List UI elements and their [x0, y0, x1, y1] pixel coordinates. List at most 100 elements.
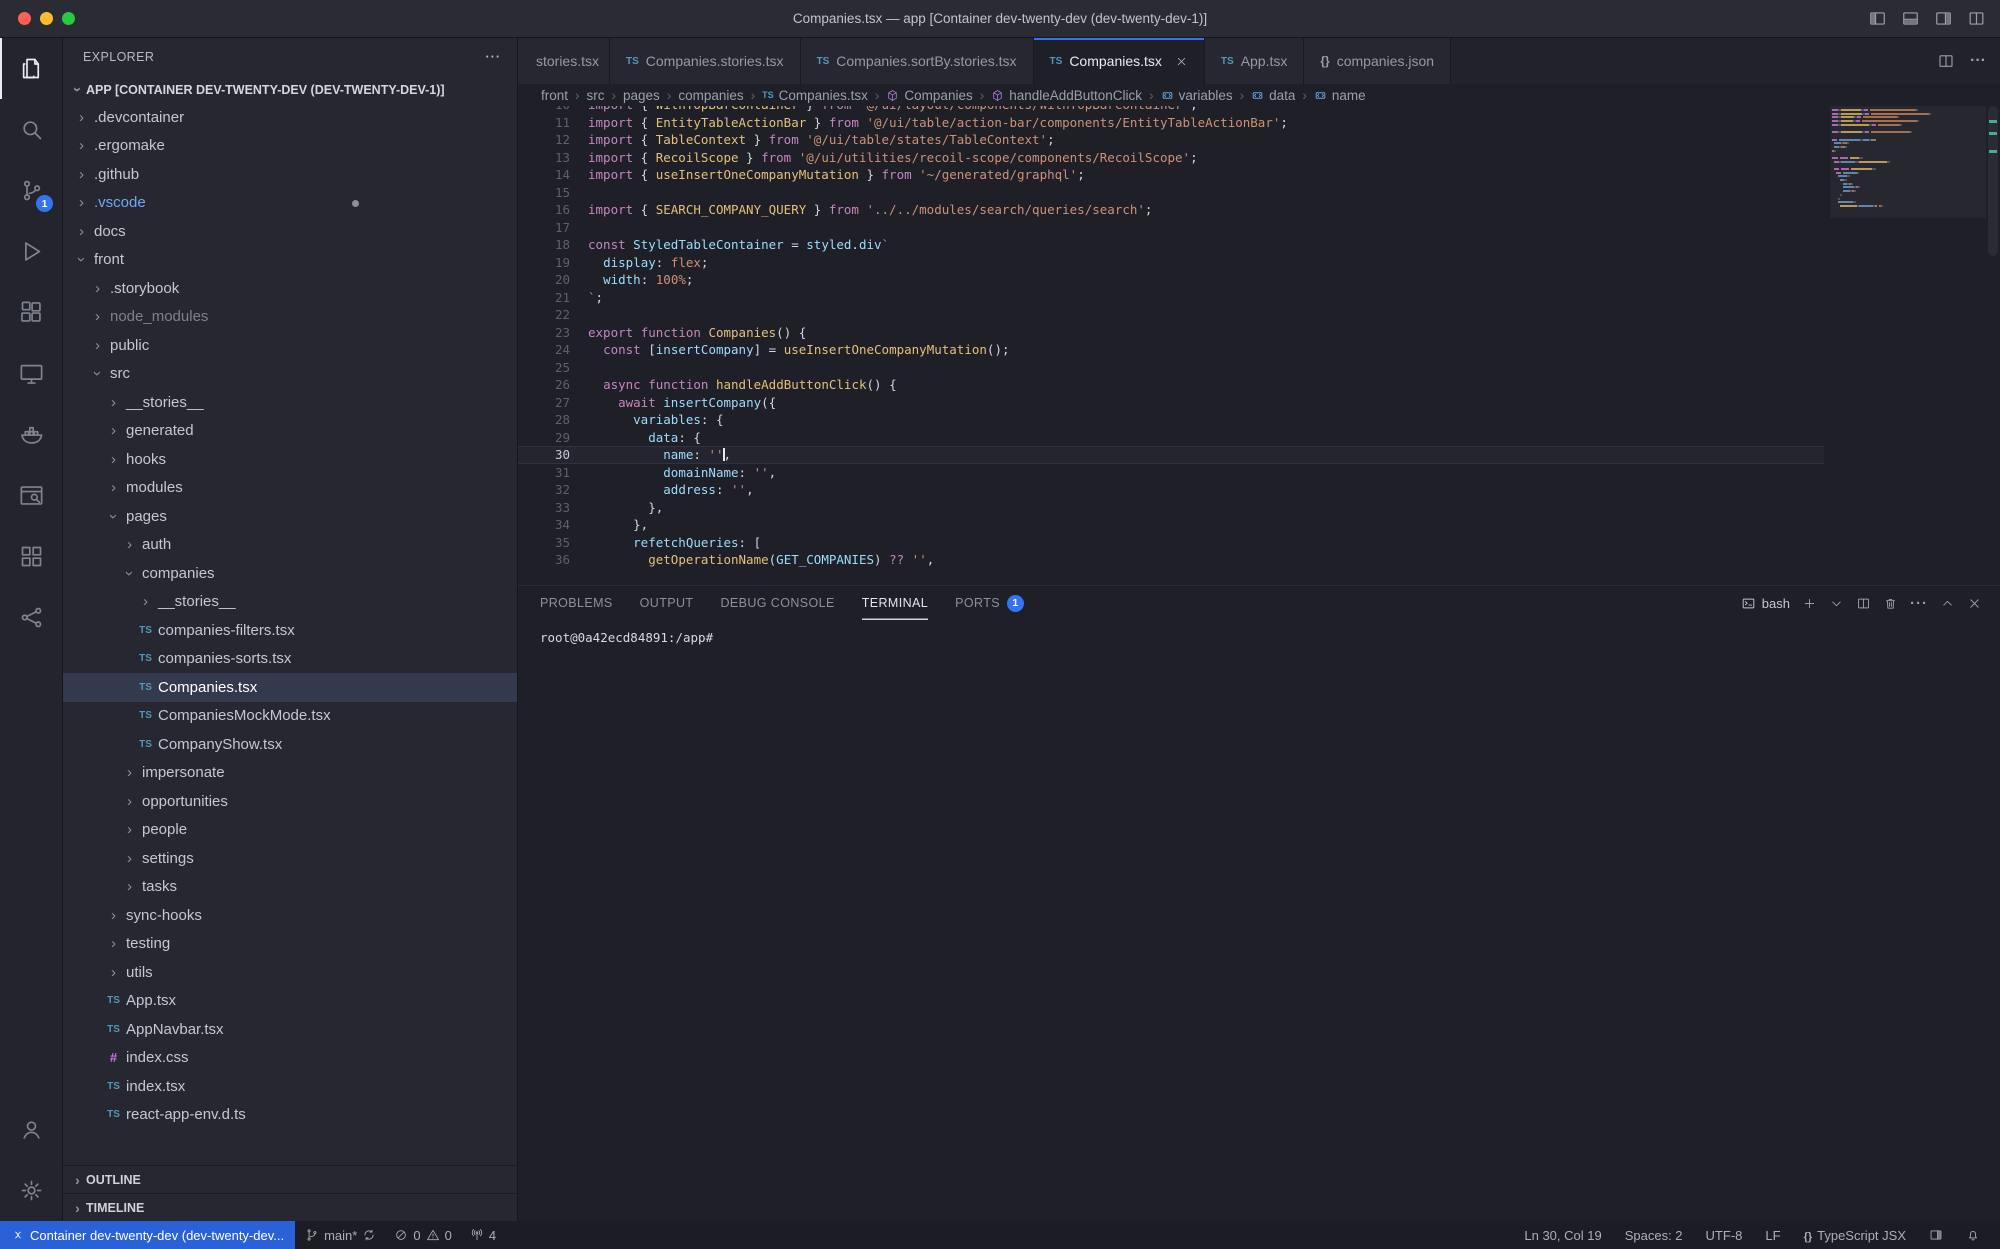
code-line-18[interactable]: 18const StyledTableContainer = styled.di…	[518, 236, 1824, 254]
source-control-activity-button[interactable]: 1	[0, 160, 62, 221]
split-terminal-icon[interactable]	[1856, 596, 1871, 611]
file-CompanyShow.tsx[interactable]: TSCompanyShow.tsx	[63, 730, 517, 759]
outline-section[interactable]: › OUTLINE	[63, 1165, 517, 1193]
customize-layout-icon[interactable]	[1967, 9, 1986, 28]
breadcrumb-item-data[interactable]: data	[1251, 88, 1295, 103]
more-actions-icon[interactable]: ···	[1970, 52, 1986, 70]
terminal-dropdown-icon[interactable]	[1829, 596, 1844, 611]
folder-node_modules[interactable]: ›node_modules	[63, 303, 517, 332]
code-line-29[interactable]: 29 data: {	[518, 429, 1824, 447]
folder-.devcontainer[interactable]: ›.devcontainer	[63, 103, 517, 132]
breadcrumb-item-pages[interactable]: pages	[623, 88, 660, 103]
breadcrumb-item-companies[interactable]: companies	[678, 88, 743, 103]
close-window-button[interactable]	[18, 12, 31, 25]
file-companies-sorts.tsx[interactable]: TScompanies-sorts.tsx	[63, 645, 517, 674]
file-index.tsx[interactable]: TSindex.tsx	[63, 1072, 517, 1101]
notifications[interactable]	[1958, 1228, 1988, 1242]
editor-scrollbar[interactable]	[1988, 106, 1998, 256]
code-line-21[interactable]: 21`;	[518, 289, 1824, 307]
git-branch[interactable]: main*	[297, 1221, 384, 1249]
minimap[interactable]	[1832, 109, 1984, 209]
new-terminal-icon[interactable]	[1802, 596, 1817, 611]
folder-people[interactable]: ›people	[63, 816, 517, 845]
code-line-27[interactable]: 27 await insertCompany({	[518, 394, 1824, 412]
code-line-12[interactable]: 12import { TableContext } from '@/ui/tab…	[518, 131, 1824, 149]
folder-__stories__[interactable]: ›__stories__	[63, 588, 517, 617]
accounts-activity-button[interactable]	[0, 1099, 62, 1160]
folder-.vscode[interactable]: ›.vscode	[63, 189, 517, 218]
toggle-panel-icon[interactable]	[1901, 9, 1920, 28]
file-index.css[interactable]: #index.css	[63, 1044, 517, 1073]
indentation[interactable]: Spaces: 2	[1617, 1228, 1691, 1243]
code-line-25[interactable]: 25	[518, 359, 1824, 377]
folder-front[interactable]: ›front	[63, 246, 517, 275]
minimize-window-button[interactable]	[40, 12, 53, 25]
timeline-section[interactable]: › TIMELINE	[63, 1193, 517, 1221]
code-line-26[interactable]: 26 async function handleAddButtonClick()…	[518, 376, 1824, 394]
code-line-14[interactable]: 14import { useInsertOneCompanyMutation }…	[518, 166, 1824, 184]
apps-activity-button[interactable]	[0, 526, 62, 587]
remote-indicator[interactable]: Container dev-twenty-dev (dev-twenty-dev…	[0, 1221, 295, 1249]
folder-.ergomake[interactable]: ›.ergomake	[63, 132, 517, 161]
breadcrumb-item-src[interactable]: src	[587, 88, 605, 103]
panel-tab-problems[interactable]: PROBLEMS	[540, 586, 613, 620]
code-line-23[interactable]: 23export function Companies() {	[518, 324, 1824, 342]
folder-docs[interactable]: ›docs	[63, 217, 517, 246]
breadcrumb-item-Companies[interactable]: Companies	[886, 88, 972, 103]
code-line-19[interactable]: 19 display: flex;	[518, 254, 1824, 272]
panel-tab-output[interactable]: OUTPUT	[640, 586, 694, 620]
code-line-31[interactable]: 31 domainName: '',	[518, 464, 1824, 482]
settings-activity-button[interactable]	[0, 1160, 62, 1221]
tab-stories.tsx[interactable]: stories.tsx	[518, 38, 610, 84]
file-App.tsx[interactable]: TSApp.tsx	[63, 987, 517, 1016]
folder-tasks[interactable]: ›tasks	[63, 873, 517, 902]
language-mode[interactable]: {}TypeScript JSX	[1796, 1228, 1914, 1243]
eol[interactable]: LF	[1757, 1228, 1788, 1243]
remote-explorer-activity-button[interactable]	[0, 343, 62, 404]
tab-Companies.tsx[interactable]: TSCompanies.tsx	[1034, 38, 1205, 84]
file-Companies.tsx[interactable]: TSCompanies.tsx	[63, 673, 517, 702]
tab-App.tsx[interactable]: TSApp.tsx	[1205, 38, 1304, 84]
tab-close-icon[interactable]	[1175, 55, 1188, 68]
folder-testing[interactable]: ›testing	[63, 930, 517, 959]
code-line-11[interactable]: 11import { EntityTableActionBar } from '…	[518, 114, 1824, 132]
code-line-35[interactable]: 35 refetchQueries: [	[518, 534, 1824, 552]
workspace-section-header[interactable]: › APP [CONTAINER DEV-TWENTY-DEV (DEV-TWE…	[63, 76, 517, 103]
file-CompaniesMockMode.tsx[interactable]: TSCompaniesMockMode.tsx	[63, 702, 517, 731]
maximize-panel-icon[interactable]	[1940, 596, 1955, 611]
live-preview-activity-button[interactable]	[0, 465, 62, 526]
editor-layout[interactable]	[1921, 1228, 1951, 1242]
code-line-28[interactable]: 28 variables: {	[518, 411, 1824, 429]
shell-selector[interactable]: bash	[1741, 596, 1790, 611]
forwarded-ports[interactable]: 4	[462, 1221, 504, 1249]
problems[interactable]: 00	[386, 1221, 459, 1249]
breadcrumb-item-handleAddButtonClick[interactable]: handleAddButtonClick	[991, 88, 1142, 103]
docker-activity-button[interactable]	[0, 404, 62, 465]
code-line-20[interactable]: 20 width: 100%;	[518, 271, 1824, 289]
folder-opportunities[interactable]: ›opportunities	[63, 787, 517, 816]
toggle-sidebar-icon[interactable]	[1868, 9, 1887, 28]
code-line-16[interactable]: 16import { SEARCH_COMPANY_QUERY } from '…	[518, 201, 1824, 219]
explorer-actions-icon[interactable]: ···	[486, 50, 502, 64]
panel-tab-terminal[interactable]: TERMINAL	[862, 586, 928, 620]
file-AppNavbar.tsx[interactable]: TSAppNavbar.tsx	[63, 1015, 517, 1044]
code-line-10[interactable]: 10import { WithTopBarContainer } from '@…	[518, 106, 1824, 114]
code-line-33[interactable]: 33 },	[518, 499, 1824, 517]
folder-.storybook[interactable]: ›.storybook	[63, 274, 517, 303]
code-line-30[interactable]: 30 name: '',	[518, 446, 1824, 464]
breadcrumb-item-name[interactable]: name	[1314, 88, 1366, 103]
folder-modules[interactable]: ›modules	[63, 474, 517, 503]
folder-public[interactable]: ›public	[63, 331, 517, 360]
folder-utils[interactable]: ›utils	[63, 958, 517, 987]
code-line-24[interactable]: 24 const [insertCompany] = useInsertOneC…	[518, 341, 1824, 359]
folder-impersonate[interactable]: ›impersonate	[63, 759, 517, 788]
explorer-activity-button[interactable]	[0, 38, 62, 99]
toggle-secondary-sidebar-icon[interactable]	[1934, 9, 1953, 28]
tab-Companies.sortBy.stories.tsx[interactable]: TSCompanies.sortBy.stories.tsx	[801, 38, 1034, 84]
folder-pages[interactable]: ›pages	[63, 502, 517, 531]
code-line-32[interactable]: 32 address: '',	[518, 481, 1824, 499]
code-line-22[interactable]: 22	[518, 306, 1824, 324]
code-editor[interactable]: 10import { WithTopBarContainer } from '@…	[518, 106, 2000, 585]
code-line-34[interactable]: 34 },	[518, 516, 1824, 534]
file-react-app-env.d.ts[interactable]: TSreact-app-env.d.ts	[63, 1101, 517, 1130]
